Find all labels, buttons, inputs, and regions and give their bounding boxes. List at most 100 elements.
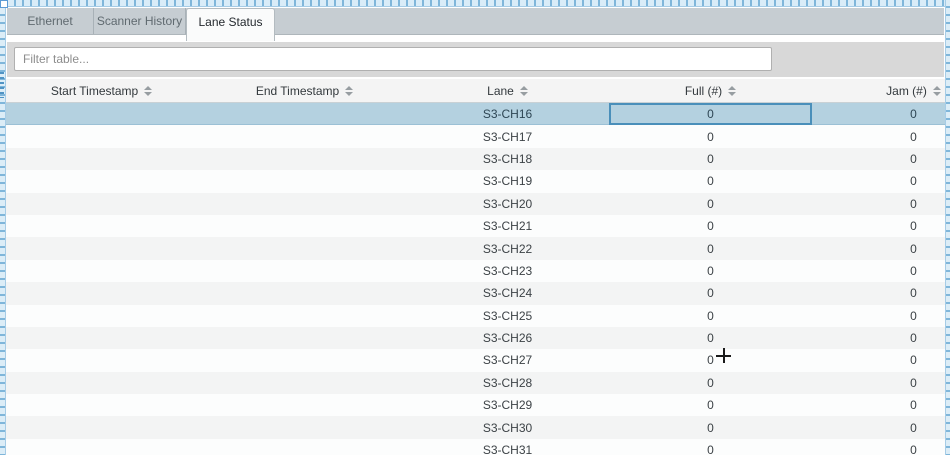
cell-lane[interactable]: S3-CH26: [406, 327, 609, 349]
cell-start[interactable]: [0, 416, 203, 438]
cell-end[interactable]: [203, 372, 406, 394]
cell-start[interactable]: [0, 305, 203, 327]
cell-start[interactable]: [0, 260, 203, 282]
table-row[interactable]: S3-CH2500: [0, 305, 950, 327]
cell-full[interactable]: 0: [609, 170, 812, 192]
cell-end[interactable]: [203, 237, 406, 259]
cell-end[interactable]: [203, 394, 406, 416]
cell-lane[interactable]: S3-CH29: [406, 394, 609, 416]
cell-end[interactable]: [203, 148, 406, 170]
filter-input[interactable]: [14, 47, 772, 71]
column-header-lane[interactable]: Lane: [406, 79, 609, 102]
column-header-start-timestamp[interactable]: Start Timestamp: [0, 79, 203, 102]
cell-lane[interactable]: S3-CH23: [406, 260, 609, 282]
cell-start[interactable]: [0, 439, 203, 455]
selection-marquee-left[interactable]: [0, 0, 6, 455]
cell-jam[interactable]: 0: [812, 103, 950, 125]
cell-end[interactable]: [203, 103, 406, 125]
table-row[interactable]: S3-CH2900: [0, 394, 950, 416]
cell-full[interactable]: 0: [609, 439, 812, 455]
cell-start[interactable]: [0, 148, 203, 170]
cell-start[interactable]: [0, 394, 203, 416]
cell-full[interactable]: 0: [609, 327, 812, 349]
cell-full[interactable]: 0: [609, 305, 812, 327]
table-row[interactable]: S3-CH1700: [0, 125, 950, 147]
cell-lane[interactable]: S3-CH31: [406, 439, 609, 455]
table-row[interactable]: S3-CH1800: [0, 148, 950, 170]
cell-start[interactable]: [0, 193, 203, 215]
cell-lane[interactable]: S3-CH30: [406, 416, 609, 438]
table-row[interactable]: S3-CH2100: [0, 215, 950, 237]
cell-lane[interactable]: S3-CH22: [406, 237, 609, 259]
cell-lane[interactable]: S3-CH28: [406, 372, 609, 394]
cell-lane[interactable]: S3-CH20: [406, 193, 609, 215]
tab-ethernet[interactable]: Ethernet: [7, 8, 94, 34]
cell-jam[interactable]: 0: [812, 372, 950, 394]
cell-lane[interactable]: S3-CH24: [406, 282, 609, 304]
tab-scanner-history[interactable]: Scanner History: [94, 8, 186, 34]
cell-jam[interactable]: 0: [812, 148, 950, 170]
cell-lane[interactable]: S3-CH16: [406, 103, 609, 125]
table-row[interactable]: S3-CH2600: [0, 327, 950, 349]
table-row[interactable]: S3-CH3000: [0, 416, 950, 438]
cell-jam[interactable]: 0: [812, 416, 950, 438]
cell-full[interactable]: 0: [609, 237, 812, 259]
table-row[interactable]: S3-CH2200: [0, 237, 950, 259]
cell-start[interactable]: [0, 372, 203, 394]
table-row[interactable]: S3-CH1900: [0, 170, 950, 192]
cell-start[interactable]: [0, 125, 203, 147]
cell-end[interactable]: [203, 125, 406, 147]
cell-full[interactable]: 0: [609, 148, 812, 170]
cell-start[interactable]: [0, 282, 203, 304]
cell-start[interactable]: [0, 170, 203, 192]
cell-end[interactable]: [203, 349, 406, 371]
cell-lane[interactable]: S3-CH18: [406, 148, 609, 170]
cell-end[interactable]: [203, 416, 406, 438]
resize-handle-top-left[interactable]: [0, 0, 8, 8]
column-header-jam[interactable]: Jam (#): [812, 79, 950, 102]
cell-full[interactable]: 0: [609, 193, 812, 215]
column-header-end-timestamp[interactable]: End Timestamp: [203, 79, 406, 102]
cell-jam[interactable]: 0: [812, 125, 950, 147]
cell-full[interactable]: 0: [609, 282, 812, 304]
cell-start[interactable]: [0, 215, 203, 237]
cell-full[interactable]: 0: [609, 125, 812, 147]
cell-full[interactable]: 0: [609, 394, 812, 416]
cell-start[interactable]: [0, 327, 203, 349]
selection-marquee-right[interactable]: [945, 0, 950, 455]
cell-jam[interactable]: 0: [812, 282, 950, 304]
cell-lane[interactable]: S3-CH17: [406, 125, 609, 147]
cell-full[interactable]: 0: [609, 416, 812, 438]
cell-start[interactable]: [0, 349, 203, 371]
cell-full[interactable]: 0: [609, 103, 812, 125]
cell-lane[interactable]: S3-CH21: [406, 215, 609, 237]
cell-end[interactable]: [203, 260, 406, 282]
cell-lane[interactable]: S3-CH25: [406, 305, 609, 327]
cell-end[interactable]: [203, 327, 406, 349]
cell-jam[interactable]: 0: [812, 193, 950, 215]
table-row[interactable]: S3-CH2800: [0, 372, 950, 394]
table-row[interactable]: S3-CH2000: [0, 193, 950, 215]
cell-full[interactable]: 0: [609, 349, 812, 371]
resize-handle-left-dots[interactable]: [0, 72, 4, 98]
cell-jam[interactable]: 0: [812, 305, 950, 327]
table-row[interactable]: S3-CH2400: [0, 282, 950, 304]
table-row[interactable]: S3-CH1600: [0, 103, 950, 125]
table-row[interactable]: S3-CH3100: [0, 439, 950, 455]
cell-lane[interactable]: S3-CH27: [406, 349, 609, 371]
table-row[interactable]: S3-CH2700: [0, 349, 950, 371]
tab-lane-status[interactable]: Lane Status: [186, 8, 275, 41]
cell-jam[interactable]: 0: [812, 349, 950, 371]
cell-jam[interactable]: 0: [812, 237, 950, 259]
column-header-full[interactable]: Full (#): [609, 79, 812, 102]
table-row[interactable]: S3-CH2300: [0, 260, 950, 282]
cell-full[interactable]: 0: [609, 260, 812, 282]
cell-end[interactable]: [203, 170, 406, 192]
cell-jam[interactable]: 0: [812, 215, 950, 237]
cell-end[interactable]: [203, 282, 406, 304]
cell-jam[interactable]: 0: [812, 170, 950, 192]
selection-marquee-top[interactable]: [0, 0, 950, 7]
cell-jam[interactable]: 0: [812, 260, 950, 282]
cell-end[interactable]: [203, 305, 406, 327]
cell-end[interactable]: [203, 439, 406, 455]
